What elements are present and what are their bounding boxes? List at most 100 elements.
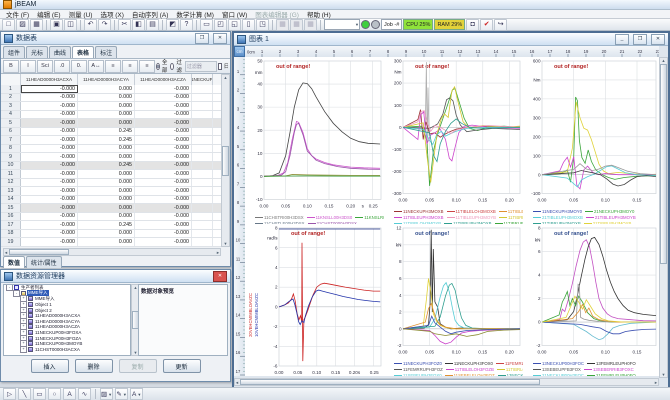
job-spinner[interactable]: Job -#: [381, 19, 402, 30]
chart-window-titlebar[interactable]: 图表 1 _ ❐ ✕: [234, 33, 668, 46]
print-icon[interactable]: ▣: [50, 19, 63, 31]
row-header[interactable]: 9: [1, 153, 21, 161]
row-header[interactable]: 3: [1, 102, 21, 110]
print-preview-icon[interactable]: ◫: [64, 19, 77, 31]
row-header[interactable]: 1: [1, 85, 21, 93]
table-cell[interactable]: 0.000: [78, 153, 135, 161]
sci-notation-icon[interactable]: Sci: [37, 60, 53, 73]
table-cell[interactable]: -0.000: [21, 94, 78, 102]
table-cell[interactable]: [192, 102, 213, 110]
scroll-left-icon[interactable]: ◄: [4, 250, 8, 255]
table-cell[interactable]: [192, 111, 213, 119]
tab-表格[interactable]: 表格: [72, 46, 94, 58]
table-cell[interactable]: [192, 85, 213, 93]
expand-icon[interactable]: +: [20, 346, 27, 353]
menu-item-2[interactable]: 测量 (U): [65, 9, 97, 19]
redo-icon[interactable]: ↷: [98, 19, 111, 31]
table-cell[interactable]: -0.000: [21, 145, 78, 153]
table-cell[interactable]: [192, 128, 213, 136]
template-combo[interactable]: ▼: [324, 19, 360, 30]
table-cell[interactable]: [192, 94, 213, 102]
undo-icon[interactable]: ↶: [84, 19, 97, 31]
row-header[interactable]: 7: [1, 136, 21, 144]
table-cell[interactable]: [192, 153, 213, 161]
table-cell[interactable]: -0.000: [135, 145, 192, 153]
ellipse-tool-icon[interactable]: ○: [48, 388, 61, 400]
table-cell[interactable]: -0.000: [21, 136, 78, 144]
grid-view-icon[interactable]: ▦: [276, 19, 289, 31]
tibia-moment-driver[interactable]: 3002001000-100-200-300Nm0.000.050.100.15…: [384, 57, 523, 224]
tibia-moment-passenger-plot[interactable]: 6004003002001000-100Nm0.000.050.100.15ou…: [523, 57, 659, 204]
row-header[interactable]: 11: [1, 170, 21, 178]
menu-item-3[interactable]: 选项 (X): [96, 9, 127, 19]
context-help-icon[interactable]: ?: [180, 19, 193, 31]
table-cell[interactable]: 0.245: [78, 128, 135, 136]
chart-vertical-scrollbar[interactable]: ▲ ▼: [659, 57, 668, 378]
table-cell[interactable]: -0.000: [135, 204, 192, 212]
table-cell[interactable]: [192, 230, 213, 238]
table-cell[interactable]: 0.000: [78, 85, 135, 93]
bold-icon[interactable]: B: [3, 60, 19, 73]
copy-icon[interactable]: ◧: [132, 19, 145, 31]
bottom-tab-1[interactable]: 统计/属性: [26, 256, 62, 268]
decimal-add-icon[interactable]: .0: [54, 60, 70, 73]
table-cell[interactable]: -0.000: [135, 94, 192, 102]
polyline-tool-icon[interactable]: ∿: [78, 388, 91, 400]
table-cell[interactable]: 0.000: [78, 230, 135, 238]
font-color-icon[interactable]: A▼: [130, 388, 143, 400]
radio-all[interactable]: [156, 63, 160, 70]
table-cell[interactable]: 0.000: [78, 119, 135, 127]
exit-icon[interactable]: ↪: [494, 19, 507, 31]
table-cell[interactable]: 0.000: [78, 204, 135, 212]
table-cell[interactable]: -0.000: [135, 85, 192, 93]
vehicle-angular-velocity[interactable]: 86420-2-4-6rad/s0.000.050.100.150.20s0.2…: [245, 224, 384, 376]
align-center-icon[interactable]: ≡: [122, 60, 138, 73]
table-cell[interactable]: 0.000: [78, 94, 135, 102]
row-header[interactable]: 6: [1, 128, 21, 136]
table-cell[interactable]: -0.000: [21, 204, 78, 212]
layout-copy-icon[interactable]: ◳: [256, 19, 269, 31]
table-cell[interactable]: -0.000: [135, 238, 192, 246]
line-tool-icon[interactable]: ╲: [18, 388, 31, 400]
row-header[interactable]: 10: [1, 162, 21, 170]
menu-item-5[interactable]: 数学计算 (M): [172, 9, 218, 19]
table-cell[interactable]: -0.000: [21, 170, 78, 178]
复制-button[interactable]: 复制: [119, 359, 157, 373]
driver-forces-plot[interactable]: 1286420-2kN0.000.050.100.150.20out of ra…: [384, 224, 523, 356]
select-tool-icon[interactable]: ▷: [3, 388, 16, 400]
table-cell[interactable]: -0.000: [135, 136, 192, 144]
table-cell[interactable]: [192, 170, 213, 178]
menu-item-1[interactable]: 编辑 (E): [33, 9, 64, 19]
italic-icon[interactable]: I: [20, 60, 36, 73]
table-cell[interactable]: -0.000: [21, 238, 78, 246]
text-tool-icon[interactable]: A: [63, 388, 76, 400]
table-cell[interactable]: -0.000: [21, 153, 78, 161]
rect-tool-icon[interactable]: ▭: [33, 388, 46, 400]
table-cell[interactable]: 0.000: [78, 111, 135, 119]
chest-knee-displacement-plot[interactable]: 50403020100-10mm0.000.050.100.150.20s0.2…: [245, 57, 384, 209]
tab-曲线[interactable]: 曲线: [49, 46, 71, 58]
table-cell[interactable]: -0.000: [135, 187, 192, 195]
table-cell[interactable]: [192, 136, 213, 144]
table-cell[interactable]: -0.000: [135, 221, 192, 229]
table-cell[interactable]: 0.245: [78, 136, 135, 144]
row-header[interactable]: 8: [1, 145, 21, 153]
paste-icon[interactable]: ▤: [146, 19, 159, 31]
table-cell[interactable]: -0.000: [21, 213, 78, 221]
table-cell[interactable]: 0.245: [78, 221, 135, 229]
tree-item[interactable]: +11CHST0000H3ACXA: [4, 347, 130, 353]
scroll-right-icon[interactable]: ►: [216, 250, 220, 255]
vehicle-angular-velocity-plot[interactable]: 86420-2-4-6rad/s0.000.050.100.150.20s0.2…: [245, 224, 384, 376]
new-chart-icon[interactable]: ▭: [200, 19, 213, 31]
table-cell[interactable]: [192, 213, 213, 221]
scroll-thumb[interactable]: [222, 146, 229, 176]
table-cell[interactable]: [192, 162, 213, 170]
table-cell[interactable]: 0.000: [78, 238, 135, 246]
chest-knee-displacement[interactable]: 50403020100-10mm0.000.050.100.150.20s0.2…: [245, 57, 384, 224]
table-cell[interactable]: -0.000: [135, 119, 192, 127]
close-button[interactable]: ✕: [213, 33, 227, 44]
grid-view3-icon[interactable]: ▦: [304, 19, 317, 31]
table-cell[interactable]: -0.000: [135, 179, 192, 187]
table-cell[interactable]: 0.000: [78, 102, 135, 110]
align-left-icon[interactable]: ≡: [105, 60, 121, 73]
